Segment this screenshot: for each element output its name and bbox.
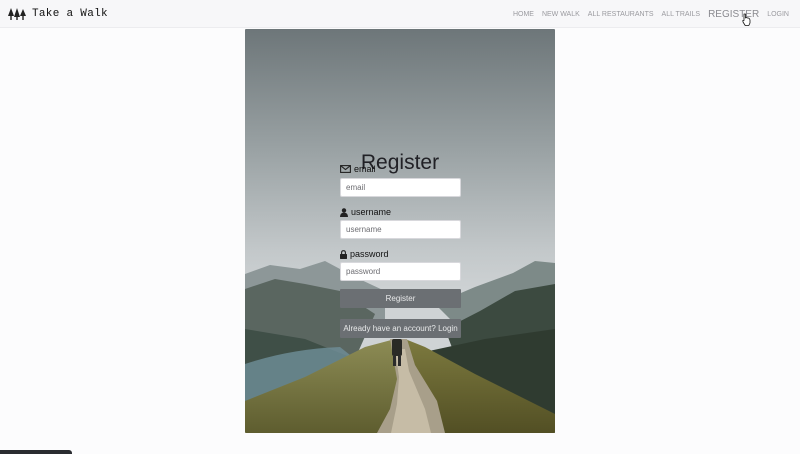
username-input[interactable] bbox=[340, 220, 461, 239]
envelope-icon bbox=[340, 165, 351, 173]
login-link-button[interactable]: Already have an account? Login bbox=[340, 319, 461, 338]
nav-home[interactable]: HOME bbox=[513, 11, 534, 18]
password-label-text: password bbox=[350, 249, 389, 259]
nav-new-walk[interactable]: NEW WALK bbox=[542, 11, 580, 18]
username-label: username bbox=[340, 207, 391, 217]
password-input[interactable] bbox=[340, 262, 461, 281]
pointer-cursor-icon bbox=[742, 13, 751, 26]
username-label-text: username bbox=[351, 207, 392, 217]
password-label: password bbox=[340, 249, 389, 259]
email-label: email bbox=[340, 164, 376, 174]
register-card: Register email username password bbox=[245, 29, 555, 433]
nav-all-restaurants[interactable]: ALL RESTAURANTS bbox=[588, 11, 654, 18]
tree-logo-icon bbox=[8, 7, 26, 20]
email-input[interactable] bbox=[340, 178, 461, 197]
page-title: Register bbox=[360, 151, 440, 174]
register-button[interactable]: Register bbox=[340, 289, 461, 308]
nav-all-trails[interactable]: ALL TRAILS bbox=[662, 11, 701, 18]
email-label-text: email bbox=[354, 164, 376, 174]
lock-icon bbox=[340, 249, 347, 259]
brand[interactable]: Take a Walk bbox=[8, 7, 108, 20]
brand-name: Take a Walk bbox=[32, 7, 108, 20]
navbar: Take a Walk HOME NEW WALK ALL RESTAURANT… bbox=[0, 0, 800, 28]
nav-login[interactable]: LOGIN bbox=[767, 11, 789, 18]
taskbar-fragment bbox=[0, 450, 72, 454]
nav-register[interactable]: REGISTER bbox=[708, 9, 759, 20]
user-icon bbox=[340, 207, 348, 217]
